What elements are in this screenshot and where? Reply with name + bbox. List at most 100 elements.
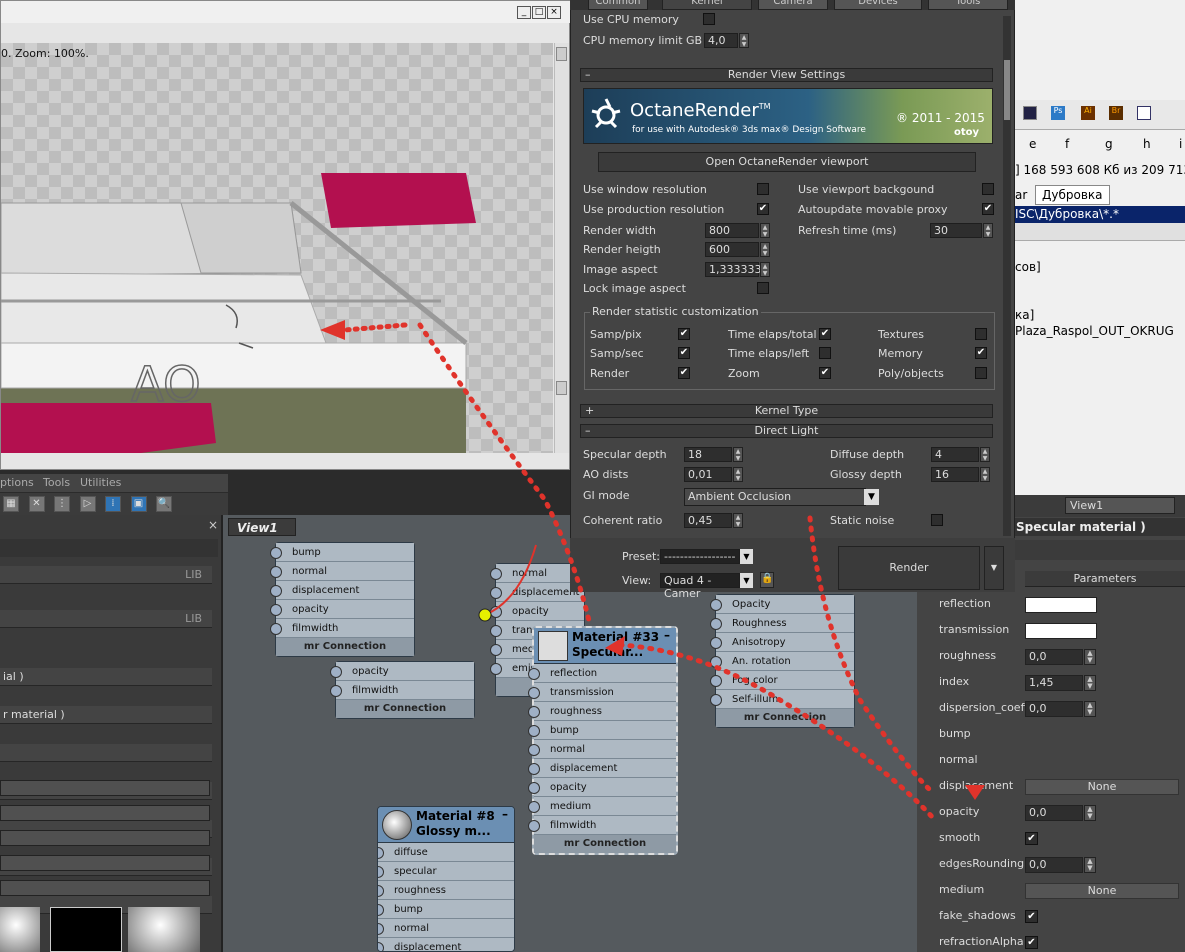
node-header[interactable]: Material #8 Glossy m... – [378, 807, 514, 843]
node-slot[interactable]: Self-illum [710, 690, 854, 709]
viewport-scrollbar[interactable] [554, 43, 569, 453]
parameters-rollout[interactable]: Parameters [1025, 571, 1185, 587]
image-aspect-field[interactable]: 1,333333 [705, 262, 762, 277]
spinner[interactable]: ▲ ▼ [760, 223, 770, 238]
menu-tools[interactable]: Tools [43, 474, 70, 492]
diffuse-depth-field[interactable]: 4 [931, 447, 979, 462]
spinner[interactable]: ▲ ▼ [1084, 805, 1096, 821]
octane-scroll-thumb[interactable] [1004, 60, 1010, 120]
medium-map-button[interactable]: None [1025, 883, 1179, 899]
roughness-field[interactable]: 0,0 [1025, 649, 1083, 665]
coherent-ratio-field[interactable]: 0,45 [684, 513, 732, 528]
tab-active[interactable]: Дубровка [1035, 185, 1110, 205]
node-slot[interactable]: An. rotation [710, 652, 854, 671]
drive-i[interactable]: i [1179, 137, 1182, 151]
node-slot[interactable]: medium [528, 797, 676, 816]
opacity-field[interactable]: 0,0 [1025, 805, 1083, 821]
transmission-color-swatch[interactable] [1025, 623, 1097, 639]
stat-checkbox[interactable] [819, 347, 831, 359]
tab-common[interactable]: Common [588, 0, 648, 10]
tab-prev[interactable]: ar [1015, 188, 1027, 202]
list-item[interactable]: LIB [0, 566, 212, 584]
stat-checkbox[interactable]: ✔ [678, 328, 690, 340]
material-node-specular[interactable]: Material #33 Specular... – reflection tra… [528, 626, 678, 855]
refraction-alpha-checkbox[interactable]: ✔ [1025, 936, 1038, 949]
spinner[interactable]: ▲ ▼ [980, 447, 990, 462]
kernel-type-header[interactable]: + Kernel Type [580, 404, 993, 418]
render-options-chevron-icon[interactable]: ▼ [984, 546, 1004, 590]
node-slot[interactable]: diffuse [378, 843, 514, 862]
material-node[interactable]: bump normal displacement opacity filmwid… [270, 542, 415, 657]
node-slot[interactable]: opacity [490, 602, 584, 621]
spinner[interactable]: ▲ ▼ [1084, 675, 1096, 691]
node-slot[interactable]: Opacity [710, 595, 854, 614]
bridge-icon[interactable]: Br [1109, 106, 1123, 120]
node-slot[interactable]: roughness [378, 881, 514, 900]
maximize-button[interactable]: □ [532, 6, 546, 19]
specular-depth-field[interactable]: 18 [684, 447, 732, 462]
node-slot[interactable]: Fog color [710, 671, 854, 690]
spinner[interactable]: ▲ ▼ [980, 467, 990, 482]
dispersion-field[interactable]: 0,0 [1025, 701, 1083, 717]
stat-checkbox[interactable] [975, 367, 987, 379]
node-slot[interactable]: specular [378, 862, 514, 881]
material-swatch[interactable] [0, 907, 40, 952]
node-slot[interactable]: filmwidth [330, 681, 474, 700]
node-slot[interactable]: normal [378, 919, 514, 938]
close-button[interactable]: × [547, 6, 561, 19]
spinner[interactable]: ▲ ▼ [739, 33, 749, 48]
node-footer[interactable]: mr Connection [534, 835, 676, 853]
smooth-checkbox[interactable]: ✔ [1025, 832, 1038, 845]
node-slot[interactable]: bump [378, 900, 514, 919]
drive-e[interactable]: e [1029, 137, 1036, 151]
node-slot[interactable]: displacement [270, 581, 414, 600]
photoshop-icon[interactable]: Ps [1051, 106, 1065, 120]
node-slot[interactable]: normal [270, 562, 414, 581]
cpu-memory-limit-field[interactable]: 4,0 [704, 33, 738, 48]
spinner[interactable]: ▲ ▼ [1084, 857, 1096, 873]
glossy-depth-field[interactable]: 16 [931, 467, 979, 482]
list-line[interactable]: Plaza_Raspol_OUT_OKRUG [1015, 324, 1174, 338]
render-height-field[interactable]: 600 [705, 242, 759, 257]
field[interactable] [0, 880, 210, 896]
node-slot[interactable]: opacity [528, 778, 676, 797]
use-window-resolution-checkbox[interactable] [757, 183, 769, 195]
node-slot[interactable]: bump [270, 543, 414, 562]
node-slot[interactable]: reflection [528, 664, 676, 683]
collapse-icon[interactable]: – [664, 628, 670, 642]
reflection-color-swatch[interactable] [1025, 597, 1097, 613]
list-item[interactable] [0, 744, 212, 762]
node-slot[interactable]: filmwidth [270, 619, 414, 638]
displacement-map-button[interactable]: None [1025, 779, 1179, 795]
fake-shadows-checkbox[interactable]: ✔ [1025, 910, 1038, 923]
list-item[interactable]: r material ) [0, 706, 212, 724]
preset-dropdown[interactable]: ------------------ [660, 549, 740, 564]
view-select[interactable]: View1 [1065, 497, 1175, 514]
spinner[interactable]: ▲ ▼ [1084, 649, 1096, 665]
spinner[interactable]: ▲ ▼ [760, 242, 770, 257]
arrange-icon[interactable]: ▷ [79, 496, 96, 512]
render-view-settings-header[interactable]: – Render View Settings [580, 68, 993, 82]
field[interactable] [0, 830, 210, 846]
stat-checkbox[interactable] [975, 328, 987, 340]
spinner[interactable]: ▲ ▼ [733, 513, 743, 528]
field[interactable] [0, 780, 210, 796]
node-slot[interactable]: normal [528, 740, 676, 759]
node-footer[interactable]: mr Connection [716, 709, 854, 727]
tab-view1[interactable]: View1 [228, 518, 296, 536]
scroll-up-arrow-icon[interactable] [556, 47, 567, 61]
viewport-canvas[interactable]: AO [1, 43, 553, 453]
tab-kernel[interactable]: Kernel [662, 0, 752, 10]
illustrator-icon[interactable]: Ai [1081, 106, 1095, 120]
spinner[interactable]: ▲ ▼ [733, 447, 743, 462]
node-slot[interactable]: Roughness [710, 614, 854, 633]
render-button[interactable]: Render [838, 546, 980, 590]
use-cpu-memory-checkbox[interactable] [703, 13, 715, 25]
menu-utilities[interactable]: Utilities [80, 474, 121, 492]
list-line[interactable]: сов] [1015, 260, 1041, 274]
stat-checkbox[interactable]: ✔ [819, 367, 831, 379]
lock-image-aspect-checkbox[interactable] [757, 282, 769, 294]
scroll-down-arrow-icon[interactable] [556, 381, 567, 395]
node-slot[interactable]: opacity [330, 662, 474, 681]
node-header[interactable]: Material #33 Specular... – [534, 628, 676, 664]
